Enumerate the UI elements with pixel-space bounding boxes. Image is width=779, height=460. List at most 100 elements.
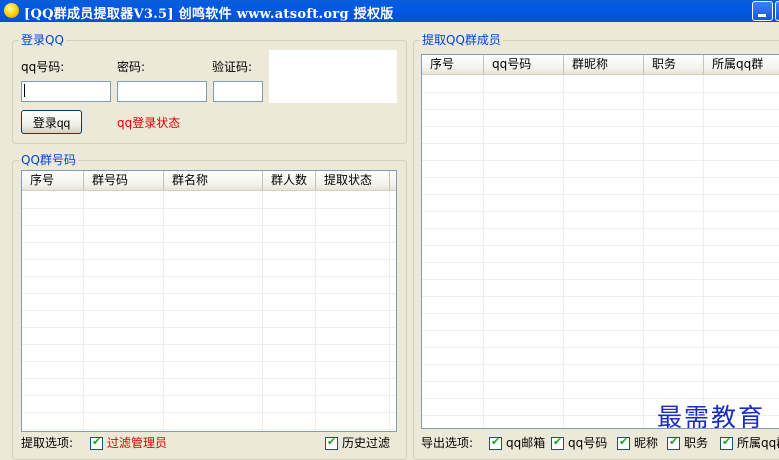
checkbox-box: ✔ — [667, 435, 680, 450]
grid-line — [422, 313, 779, 331]
export-options-label: 导出选项: — [421, 436, 474, 450]
grid-line — [315, 191, 316, 431]
grid-line — [422, 347, 779, 365]
grid-line — [83, 191, 84, 431]
grid-line — [422, 143, 779, 161]
grid-line — [422, 228, 779, 246]
column-header-index[interactable]: 序号 — [422, 55, 484, 74]
grid-line — [422, 381, 779, 399]
qq-number-input-wrap — [21, 81, 111, 102]
column-header-nickname[interactable]: 群昵称 — [564, 55, 644, 74]
grid-line — [483, 75, 484, 428]
column-header-qq-group[interactable]: 所属qq群 — [704, 55, 779, 74]
export-qq-number-label: qq号码 — [568, 436, 608, 450]
grid-line — [389, 191, 390, 431]
column-header-group-number[interactable]: 群号码 — [84, 171, 164, 190]
export-nickname-checkbox[interactable]: ✔ 昵称 — [617, 435, 665, 450]
minimize-button[interactable] — [752, 1, 773, 21]
captcha-input[interactable] — [213, 81, 263, 102]
checkbox-box: ✔ — [551, 435, 564, 450]
grid-line — [22, 327, 396, 345]
grid-line — [22, 344, 396, 362]
members-table-header: 序号 qq号码 群昵称 职务 所属qq群 — [422, 55, 779, 75]
grid-line — [422, 245, 779, 263]
checkbox-box: ✔ — [617, 435, 630, 450]
export-email-checkbox[interactable]: ✔ qq邮箱 — [489, 435, 549, 450]
column-header-index[interactable]: 序号 — [22, 171, 84, 190]
grid-line — [22, 361, 396, 379]
grid-line — [643, 75, 644, 428]
qq-number-label: qq号码: — [21, 60, 65, 74]
grid-line — [22, 293, 396, 311]
export-role-label: 职务 — [684, 436, 709, 450]
check-mark-icon: ✔ — [619, 435, 629, 448]
grid-line — [422, 109, 779, 127]
qq-group-title: QQ群号码 — [19, 152, 78, 168]
grid-line — [422, 177, 779, 195]
grid-line — [22, 259, 396, 277]
checkbox-box: ✔ — [325, 435, 338, 450]
filter-admin-checkbox[interactable]: ✔ 过滤管理员 — [90, 435, 180, 450]
grid-line — [563, 75, 564, 428]
grid-line — [22, 378, 396, 396]
grid-line — [422, 330, 779, 348]
extract-options-label: 提取选项: — [21, 436, 74, 450]
export-qq-group-label: 所属qq群 — [737, 436, 779, 450]
export-qq-number-checkbox[interactable]: ✔ qq号码 — [551, 435, 611, 450]
grid-line — [422, 92, 779, 110]
grid-line — [22, 429, 396, 431]
column-header-qq-number[interactable]: qq号码 — [484, 55, 564, 74]
captcha-label: 验证码: — [212, 60, 253, 74]
grid-line — [22, 412, 396, 430]
text-caret — [24, 84, 25, 97]
check-mark-icon: ✔ — [491, 435, 501, 448]
history-filter-label: 历史过滤 — [342, 436, 391, 450]
column-header-member-count[interactable]: 群人数 — [263, 171, 316, 190]
grid-line — [422, 160, 779, 178]
window-title: [QQ群成员提取器V3.5] 创鸣软件 www.atsoft.org 授权版 — [24, 7, 394, 22]
captcha-image[interactable] — [269, 50, 397, 103]
checkbox-box: ✔ — [489, 435, 502, 450]
group-table[interactable]: 序号 群号码 群名称 群人数 提取状态 — [21, 170, 397, 432]
grid-line — [22, 276, 396, 294]
export-email-label: qq邮箱 — [506, 436, 546, 450]
grid-line — [703, 75, 704, 428]
grid-line — [22, 242, 396, 260]
check-mark-icon: ✔ — [722, 436, 732, 448]
check-mark-icon: ✔ — [669, 435, 679, 448]
grid-line — [422, 262, 779, 280]
grid-line — [422, 279, 779, 297]
title-bar: [QQ群成员提取器V3.5] 创鸣软件 www.atsoft.org 授权版 — [0, 0, 779, 22]
password-input[interactable] — [117, 81, 207, 102]
history-filter-checkbox[interactable]: ✔ 历史过滤 — [325, 435, 405, 450]
export-qq-group-checkbox[interactable]: ✔ 所属qq群 — [720, 436, 779, 450]
qq-number-input[interactable] — [21, 81, 111, 102]
members-table[interactable]: 序号 qq号码 群昵称 职务 所属qq群 — [421, 54, 779, 429]
column-header-role[interactable]: 职务 — [644, 55, 704, 74]
check-mark-icon: ✔ — [327, 435, 337, 448]
checkbox-box: ✔ — [90, 435, 103, 450]
check-mark-icon: ✔ — [92, 435, 102, 448]
column-header-group-name[interactable]: 群名称 — [164, 171, 263, 190]
login-status: qq登录状态 — [117, 116, 181, 130]
grid-line — [22, 225, 396, 243]
column-header-extract-status[interactable]: 提取状态 — [316, 171, 390, 190]
grid-line — [422, 296, 779, 314]
watermark: 最需教育 — [657, 403, 766, 432]
checkbox-box: ✔ — [720, 436, 733, 450]
members-group-title: 提取QQ群成员 — [420, 32, 503, 48]
export-nickname-label: 昵称 — [634, 436, 659, 450]
grid-line — [422, 126, 779, 144]
login-button[interactable]: 登录qq — [21, 110, 82, 134]
grid-line — [22, 191, 396, 209]
grid-line — [422, 75, 779, 93]
grid-line — [422, 211, 779, 229]
login-group-title: 登录QQ — [19, 32, 66, 48]
maximize-button[interactable] — [775, 1, 779, 21]
export-role-checkbox[interactable]: ✔ 职务 — [667, 435, 715, 450]
grid-line — [163, 191, 164, 431]
group-table-header: 序号 群号码 群名称 群人数 提取状态 — [22, 171, 396, 191]
grid-line — [422, 194, 779, 212]
grid-line — [22, 395, 396, 413]
password-label: 密码: — [117, 60, 146, 74]
